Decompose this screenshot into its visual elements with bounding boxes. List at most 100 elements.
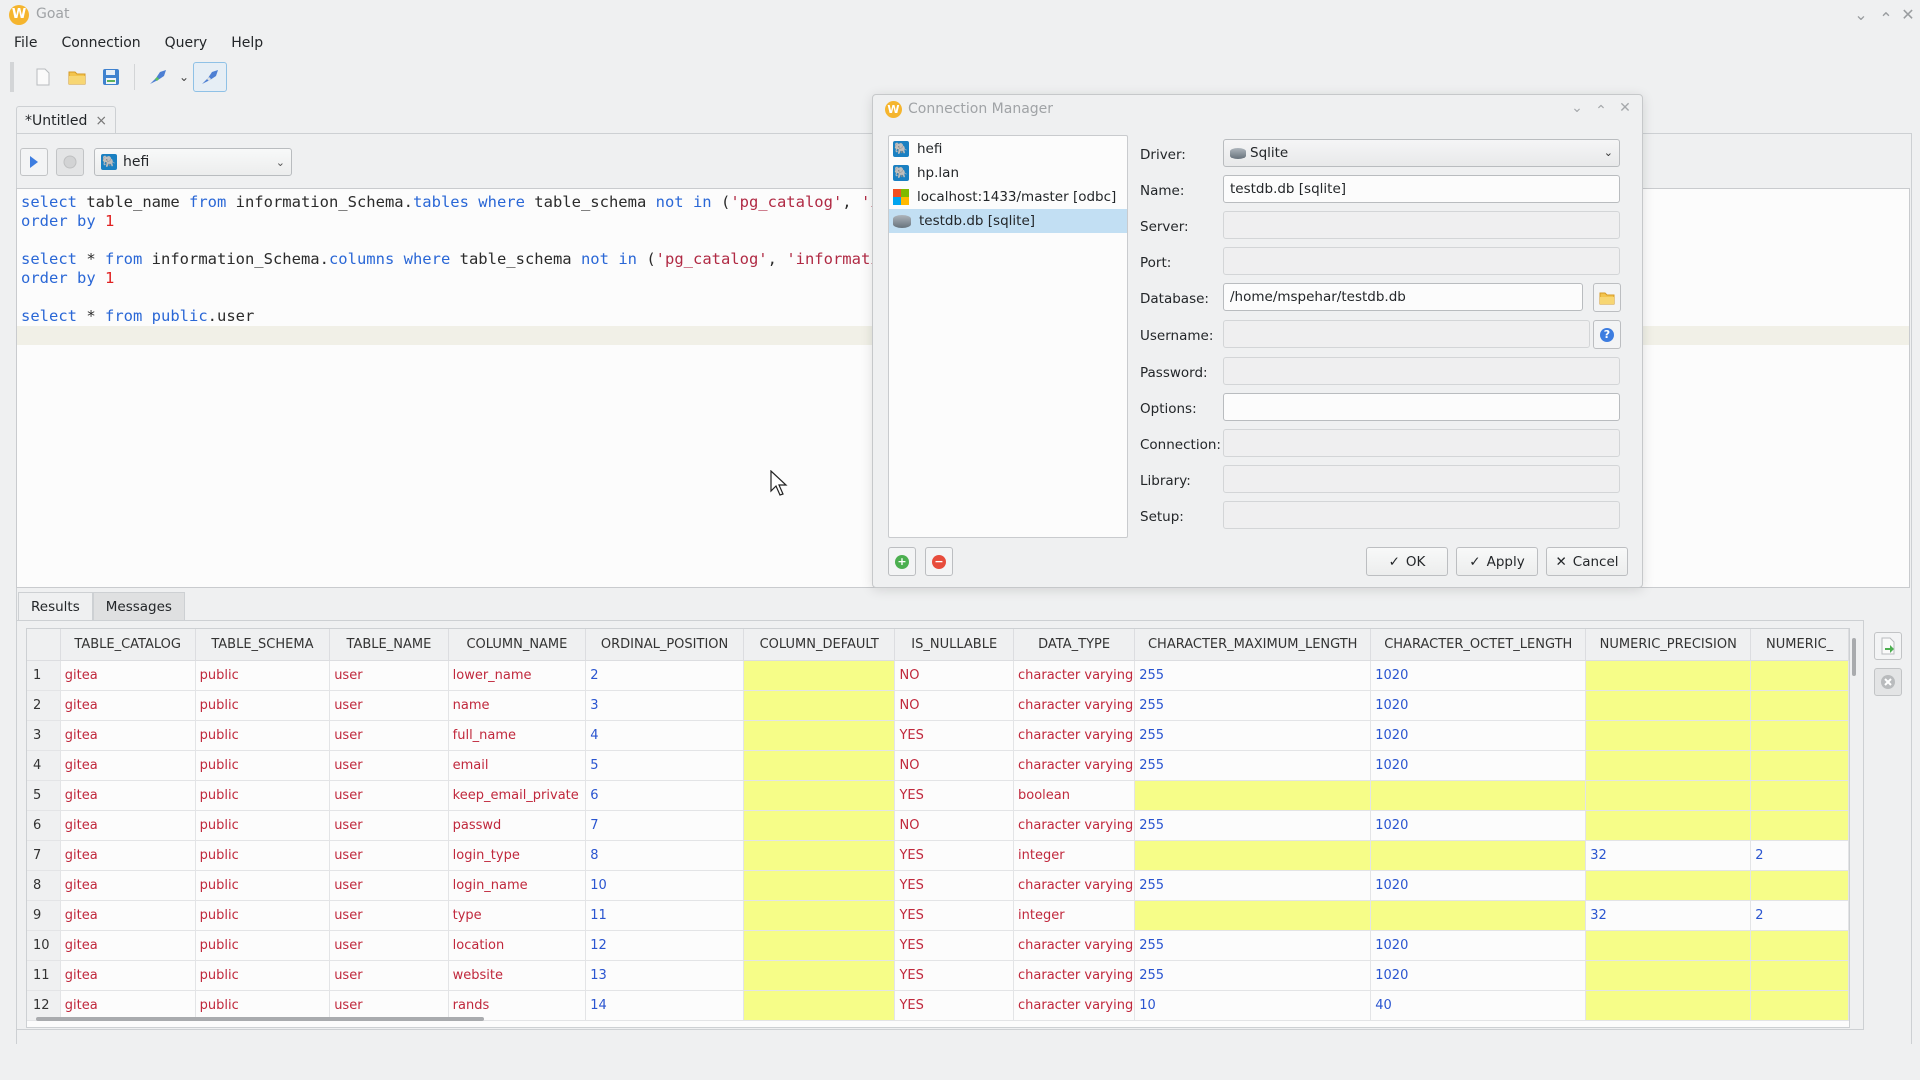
row-header[interactable]: 3 — [27, 720, 61, 751]
column-header[interactable]: DATA_TYPE — [1013, 629, 1136, 661]
table-cell[interactable]: 13 — [585, 960, 744, 991]
name-field[interactable]: testdb.db [sqlite] — [1223, 175, 1620, 203]
table-cell[interactable]: YES — [894, 990, 1015, 1021]
column-header[interactable]: NUMERIC_PRECISION — [1585, 629, 1752, 661]
table-cell[interactable] — [1750, 720, 1849, 751]
table-cell[interactable] — [1134, 840, 1372, 871]
column-header[interactable]: CHARACTER_OCTET_LENGTH — [1370, 629, 1587, 661]
dialog-close-button[interactable]: ✕ — [1615, 97, 1635, 119]
table-cell[interactable] — [1750, 990, 1849, 1021]
table-cell[interactable] — [1585, 780, 1752, 811]
table-cell[interactable]: character varying — [1013, 870, 1136, 901]
table-cell[interactable]: gitea — [60, 900, 196, 931]
export-button[interactable] — [1874, 632, 1902, 660]
table-row[interactable]: 4 gitea public user email 5 NO character varyin… — [27, 750, 1849, 781]
connection-item-testdb-sqlite[interactable]: testdb.db [sqlite] — [889, 209, 1127, 233]
table-cell[interactable]: 255 — [1134, 720, 1372, 751]
table-cell[interactable] — [743, 870, 896, 901]
toolbar-grip[interactable] — [10, 62, 14, 92]
column-header[interactable]: TABLE_CATALOG — [60, 629, 196, 661]
table-cell[interactable]: 255 — [1134, 930, 1372, 961]
table-cell[interactable]: 1020 — [1370, 810, 1587, 841]
table-cell[interactable]: YES — [894, 930, 1015, 961]
table-cell[interactable]: YES — [894, 720, 1015, 751]
table-cell[interactable]: public — [195, 930, 331, 961]
column-header[interactable]: ORDINAL_POSITION — [585, 629, 744, 661]
table-cell[interactable]: gitea — [60, 810, 196, 841]
table-cell[interactable]: 2 — [1750, 840, 1849, 871]
table-row[interactable]: 2 gitea public user name 3 NO character varying… — [27, 690, 1849, 721]
table-cell[interactable]: user — [329, 870, 449, 901]
table-cell[interactable] — [1750, 870, 1849, 901]
connection-manager-button[interactable] — [193, 62, 227, 92]
connection-list[interactable]: 🐘 hefi 🐘 hp.lan localhost:1433/master [o… — [888, 135, 1128, 538]
row-header[interactable]: 1 — [27, 660, 61, 691]
table-cell[interactable]: gitea — [60, 780, 196, 811]
table-cell[interactable]: NO — [894, 660, 1015, 691]
table-cell[interactable] — [1585, 930, 1752, 961]
table-cell[interactable]: integer — [1013, 900, 1136, 931]
table-cell[interactable]: 1020 — [1370, 750, 1587, 781]
table-cell[interactable]: integer — [1013, 840, 1136, 871]
table-cell[interactable]: gitea — [60, 870, 196, 901]
table-cell[interactable]: character varying — [1013, 750, 1136, 781]
connection-item-localhost-odbc[interactable]: localhost:1433/master [odbc] — [889, 185, 1127, 209]
row-header[interactable]: 10 — [27, 930, 61, 961]
column-header[interactable]: TABLE_SCHEMA — [195, 629, 331, 661]
table-cell[interactable] — [743, 960, 896, 991]
table-cell[interactable] — [743, 990, 896, 1021]
options-field[interactable] — [1223, 393, 1620, 421]
table-cell[interactable]: 10 — [585, 870, 744, 901]
port-field[interactable] — [1223, 247, 1620, 275]
menu-query[interactable]: Query — [151, 32, 218, 56]
table-cell[interactable] — [743, 810, 896, 841]
add-connection-button[interactable]: + — [888, 547, 916, 576]
table-cell[interactable]: passwd — [448, 810, 587, 841]
table-cell[interactable] — [1750, 690, 1849, 721]
minimize-button[interactable]: ⌄ — [1850, 4, 1872, 26]
table-cell[interactable]: 1020 — [1370, 930, 1587, 961]
document-tab[interactable]: *Untitled × — [16, 106, 117, 134]
results-grid[interactable]: TABLE_CATALOG TABLE_SCHEMA TABLE_NAME COLUM… — [26, 628, 1850, 1028]
username-field[interactable] — [1223, 320, 1590, 348]
table-cell[interactable]: NO — [894, 690, 1015, 721]
table-cell[interactable]: public — [195, 780, 331, 811]
apply-button[interactable]: ✓ Apply — [1456, 547, 1538, 576]
table-cell[interactable]: rands — [448, 990, 587, 1021]
cancel-button[interactable]: ✕ Cancel — [1546, 547, 1628, 576]
table-cell[interactable]: NO — [894, 750, 1015, 781]
table-cell[interactable]: character varying — [1013, 990, 1136, 1021]
table-cell[interactable]: gitea — [60, 690, 196, 721]
table-row[interactable]: 3 gitea public user full_name 4 YES character v… — [27, 720, 1849, 751]
table-cell[interactable] — [1585, 870, 1752, 901]
driver-select[interactable]: Sqlite ⌄ — [1223, 139, 1620, 167]
table-cell[interactable]: gitea — [60, 720, 196, 751]
table-cell[interactable]: 1020 — [1370, 870, 1587, 901]
table-cell[interactable]: user — [329, 810, 449, 841]
table-cell[interactable]: character varying — [1013, 930, 1136, 961]
table-cell[interactable]: character varying — [1013, 720, 1136, 751]
row-header[interactable]: 6 — [27, 810, 61, 841]
horizontal-scrollbar[interactable] — [36, 1017, 484, 1021]
table-cell[interactable]: 6 — [585, 780, 744, 811]
table-cell[interactable]: website — [448, 960, 587, 991]
table-cell[interactable]: 2 — [1750, 900, 1849, 931]
dialog-minimize-button[interactable]: ⌄ — [1567, 97, 1587, 119]
row-header[interactable]: 9 — [27, 900, 61, 931]
table-cell[interactable]: user — [329, 750, 449, 781]
password-field[interactable] — [1223, 357, 1620, 385]
table-cell[interactable]: login_type — [448, 840, 587, 871]
table-cell[interactable]: user — [329, 960, 449, 991]
table-cell[interactable]: public — [195, 840, 331, 871]
table-cell[interactable]: 10 — [1134, 990, 1372, 1021]
database-field[interactable]: /home/mspehar/testdb.db — [1223, 283, 1583, 311]
table-cell[interactable]: YES — [894, 900, 1015, 931]
connect-dropdown-button[interactable]: ⌄ — [175, 62, 193, 92]
column-header[interactable]: IS_NULLABLE — [894, 629, 1015, 661]
table-cell[interactable]: public — [195, 660, 331, 691]
username-help-button[interactable]: ? — [1593, 320, 1621, 349]
table-cell[interactable] — [1750, 810, 1849, 841]
table-cell[interactable]: gitea — [60, 750, 196, 781]
table-cell[interactable]: lower_name — [448, 660, 587, 691]
table-cell[interactable] — [743, 660, 896, 691]
